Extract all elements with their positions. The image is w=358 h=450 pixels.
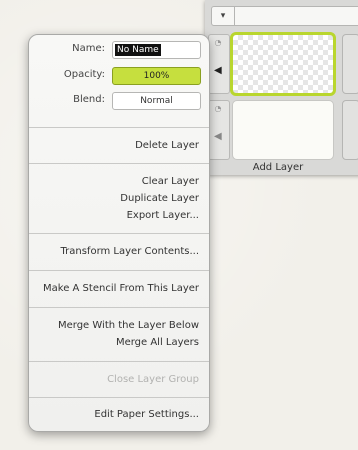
blend-label: Blend:: [73, 94, 105, 105]
layers-top-strip: ▾: [211, 6, 358, 26]
layer-stub-right: [342, 100, 358, 160]
layer-options-menu: Name: No Name Opacity: 100% Blend: Norma…: [28, 34, 210, 432]
divider: [29, 127, 209, 128]
arrow-left-icon[interactable]: ◀: [214, 65, 222, 76]
divider: [29, 163, 209, 164]
merge-all-layers-item[interactable]: Merge All Layers: [116, 337, 199, 348]
merge-with-below-item[interactable]: Merge With the Layer Below: [58, 320, 199, 331]
divider: [29, 397, 209, 398]
blend-row: Blend: Normal: [29, 91, 209, 111]
duplicate-layer-item[interactable]: Duplicate Layer: [120, 193, 199, 204]
divider: [29, 361, 209, 362]
add-layer-button[interactable]: Add Layer: [208, 160, 348, 176]
layer-stub-right: [342, 34, 358, 94]
clear-layer-item[interactable]: Clear Layer: [142, 176, 199, 187]
arrow-left-icon[interactable]: ◀: [214, 131, 222, 142]
name-row: Name: No Name: [29, 40, 209, 60]
divider: [29, 233, 209, 234]
layer-controls-selected[interactable]: ◔ ◀: [208, 34, 230, 94]
opacity-slider[interactable]: 100%: [112, 67, 201, 85]
export-layer-item[interactable]: Export Layer...: [127, 210, 199, 221]
dropdown-icon[interactable]: ▾: [212, 7, 235, 25]
divider: [29, 270, 209, 271]
eye-icon[interactable]: ◔: [212, 105, 224, 113]
edit-paper-settings-item[interactable]: Edit Paper Settings...: [94, 409, 199, 420]
transform-layer-contents-item[interactable]: Transform Layer Contents...: [61, 246, 200, 257]
name-value: No Name: [115, 44, 161, 56]
layer-controls-paper[interactable]: ◔ ◀: [208, 100, 230, 160]
blend-mode-select[interactable]: Normal: [112, 92, 201, 110]
opacity-row: Opacity: 100%: [29, 66, 209, 86]
layer-thumbnail-selected[interactable]: [230, 32, 336, 96]
opacity-label: Opacity:: [63, 69, 105, 80]
close-layer-group-item: Close Layer Group: [107, 374, 199, 385]
make-stencil-item[interactable]: Make A Stencil From This Layer: [43, 283, 199, 294]
name-label: Name:: [72, 43, 105, 54]
name-field[interactable]: No Name: [112, 41, 201, 59]
eye-icon[interactable]: ◔: [212, 39, 224, 47]
delete-layer-item[interactable]: Delete Layer: [135, 140, 199, 151]
layer-thumbnail-paper[interactable]: [232, 100, 334, 160]
divider: [29, 307, 209, 308]
